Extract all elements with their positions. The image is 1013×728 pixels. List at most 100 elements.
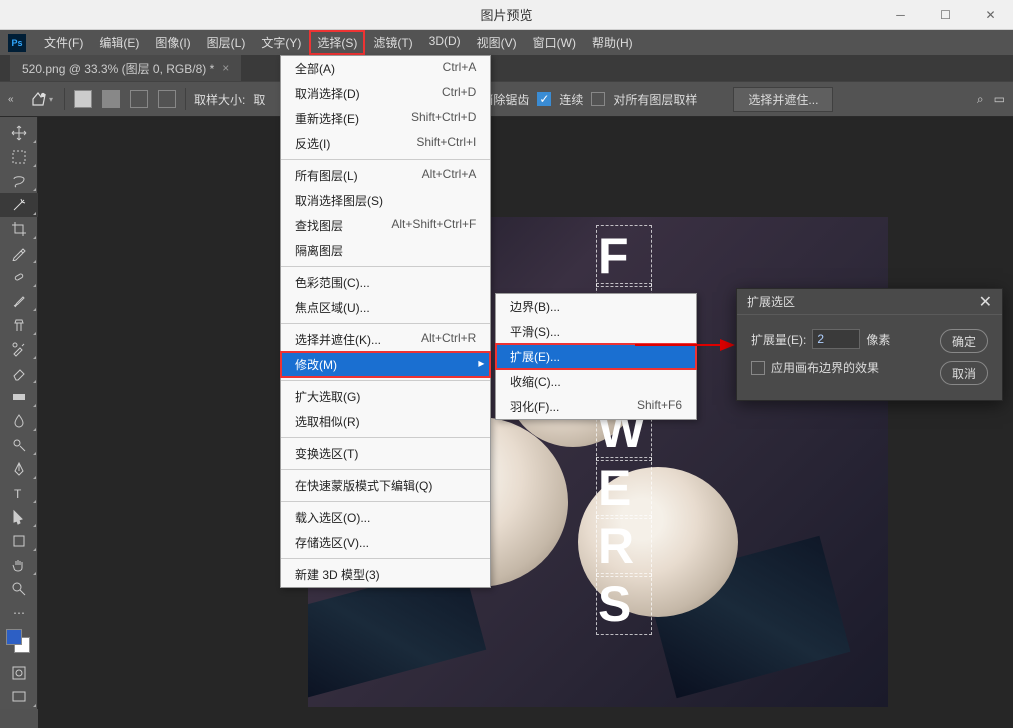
document-tab-label: 520.png @ 33.3% (图层 0, RGB/8) * [22,60,214,77]
marquee-tool[interactable] [0,145,38,169]
menuitem-收缩(C)...[interactable]: 收缩(C)... [496,369,696,394]
menuitem-扩大选取(G)[interactable]: 扩大选取(G) [281,384,490,409]
dialog-close-icon[interactable]: ✕ [979,292,992,312]
menu-选择(S)[interactable]: 选择(S) [309,30,365,55]
dialog-title: 扩展选区 [747,293,795,310]
menuitem-取消选择图层(S)[interactable]: 取消选择图层(S) [281,188,490,213]
canvas-bounds-label: 应用画布边界的效果 [771,359,879,376]
clone-tool[interactable] [0,313,38,337]
gradient-tool[interactable] [0,385,38,409]
selection-new-icon[interactable] [74,90,92,108]
window-controls: ─ ☐ ✕ [878,0,1013,30]
menuitem-新建 3D 模型(3)[interactable]: 新建 3D 模型(3) [281,562,490,587]
lasso-tool[interactable] [0,169,38,193]
foreground-color[interactable] [6,629,22,645]
contiguous-label: 连续 [559,91,583,108]
minimize-button[interactable]: ─ [878,0,923,30]
menuitem-取消选择(D)[interactable]: 取消选择(D)Ctrl+D [281,81,490,106]
collapse-icon[interactable]: « [8,94,20,105]
modify-submenu-dropdown: 边界(B)...平滑(S)...扩展(E)...收缩(C)...羽化(F)...… [495,293,697,420]
menu-窗口(W)[interactable]: 窗口(W) [525,30,584,55]
screenmode-tool[interactable] [0,685,38,709]
menuitem-重新选择(E)[interactable]: 重新选择(E)Shift+Ctrl+D [281,106,490,131]
close-button[interactable]: ✕ [968,0,1013,30]
dodge-tool[interactable] [0,433,38,457]
menuitem-修改(M)[interactable]: 修改(M) [281,352,490,377]
workspace-icon[interactable]: ▭ [994,92,1005,106]
zoom-tool[interactable] [0,577,38,601]
select-menu-dropdown: 全部(A)Ctrl+A取消选择(D)Ctrl+D重新选择(E)Shift+Ctr… [280,55,491,588]
menu-视图(V)[interactable]: 视图(V) [469,30,525,55]
canvas-area[interactable]: FLOWERS [38,117,1013,728]
select-and-mask-button[interactable]: 选择并遮住... [733,87,833,112]
window-title: 图片预览 [480,5,532,24]
menu-图层(L)[interactable]: 图层(L) [199,30,254,55]
selection-intersect-icon[interactable] [158,90,176,108]
close-tab-icon[interactable]: × [222,61,229,75]
crop-tool[interactable] [0,217,38,241]
menuitem-在快速蒙版模式下编辑(Q)[interactable]: 在快速蒙版模式下编辑(Q) [281,473,490,498]
app-logo: Ps [8,34,26,52]
expand-amount-input[interactable] [812,329,860,349]
menu-滤镜(T)[interactable]: 滤镜(T) [365,30,420,55]
dialog-titlebar[interactable]: 扩展选区 ✕ [737,289,1002,315]
sample-size-value[interactable]: 取 [253,91,265,108]
path-tool[interactable] [0,505,38,529]
menuitem-变换选区(T)[interactable]: 变换选区(T) [281,441,490,466]
selection-subtract-icon[interactable] [130,90,148,108]
menuitem-载入选区(O)...[interactable]: 载入选区(O)... [281,505,490,530]
menu-文件(F)[interactable]: 文件(F) [36,30,91,55]
menuitem-色彩范围(C)...[interactable]: 色彩范围(C)... [281,270,490,295]
menuitem-焦点区域(U)...[interactable]: 焦点区域(U)... [281,295,490,320]
menu-编辑(E)[interactable]: 编辑(E) [91,30,147,55]
magic-wand-tool[interactable] [0,193,38,217]
maximize-button[interactable]: ☐ [923,0,968,30]
eraser-tool[interactable] [0,361,38,385]
document-tab[interactable]: 520.png @ 33.3% (图层 0, RGB/8) * × [10,55,241,82]
tool-panel: T ⋯ [0,117,38,709]
type-tool[interactable]: T [0,481,38,505]
ok-button[interactable]: 确定 [940,329,988,353]
menu-3D(D)[interactable]: 3D(D) [421,30,469,55]
expand-selection-dialog: 扩展选区 ✕ 扩展量(E): 像素 应用画布边界的效果 确定 取消 [736,288,1003,401]
menuitem-选取相似(R)[interactable]: 选取相似(R) [281,409,490,434]
current-tool-icon[interactable]: ▾ [28,87,56,111]
menuitem-羽化(F)...[interactable]: 羽化(F)...Shift+F6 [496,394,696,419]
menuitem-存储选区(V)...[interactable]: 存储选区(V)... [281,530,490,555]
shape-tool[interactable] [0,529,38,553]
selection-add-icon[interactable] [102,90,120,108]
menuitem-全部(A)[interactable]: 全部(A)Ctrl+A [281,56,490,81]
quickmask-tool[interactable] [0,661,38,685]
document-tabbar: 520.png @ 33.3% (图层 0, RGB/8) * × [0,55,1013,81]
cancel-button[interactable]: 取消 [940,361,988,385]
menu-图像(I)[interactable]: 图像(I) [147,30,198,55]
expand-unit-label: 像素 [866,331,890,348]
color-swatches[interactable] [0,625,37,661]
more-tools-icon[interactable]: ⋯ [0,601,38,625]
search-icon[interactable]: ⌕ [977,92,984,107]
menu-帮助(H)[interactable]: 帮助(H) [584,30,641,55]
eyedropper-tool[interactable] [0,241,38,265]
brush-tool[interactable] [0,289,38,313]
pen-tool[interactable] [0,457,38,481]
canvas-bounds-checkbox[interactable] [751,361,765,375]
titlebar: 图片预览 ─ ☐ ✕ [0,0,1013,30]
healing-tool[interactable] [0,265,38,289]
contiguous-checkbox[interactable]: ✓ [537,92,551,106]
move-tool[interactable] [0,121,38,145]
expand-amount-label: 扩展量(E): [751,331,806,348]
menuitem-反选(I)[interactable]: 反选(I)Shift+Ctrl+I [281,131,490,156]
svg-text:T: T [14,487,22,501]
all-layers-label: 对所有图层取样 [613,91,697,108]
menu-文字(Y)[interactable]: 文字(Y) [253,30,309,55]
menuitem-所有图层(L)[interactable]: 所有图层(L)Alt+Ctrl+A [281,163,490,188]
menuitem-隔离图层[interactable]: 隔离图层 [281,238,490,263]
menuitem-边界(B)...[interactable]: 边界(B)... [496,294,696,319]
menuitem-查找图层[interactable]: 查找图层Alt+Shift+Ctrl+F [281,213,490,238]
menuitem-选择并遮住(K)...[interactable]: 选择并遮住(K)...Alt+Ctrl+R [281,327,490,352]
menubar: Ps 文件(F)编辑(E)图像(I)图层(L)文字(Y)选择(S)滤镜(T)3D… [0,30,1013,55]
all-layers-checkbox[interactable] [591,92,605,106]
history-brush-tool[interactable] [0,337,38,361]
blur-tool[interactable] [0,409,38,433]
hand-tool[interactable] [0,553,38,577]
